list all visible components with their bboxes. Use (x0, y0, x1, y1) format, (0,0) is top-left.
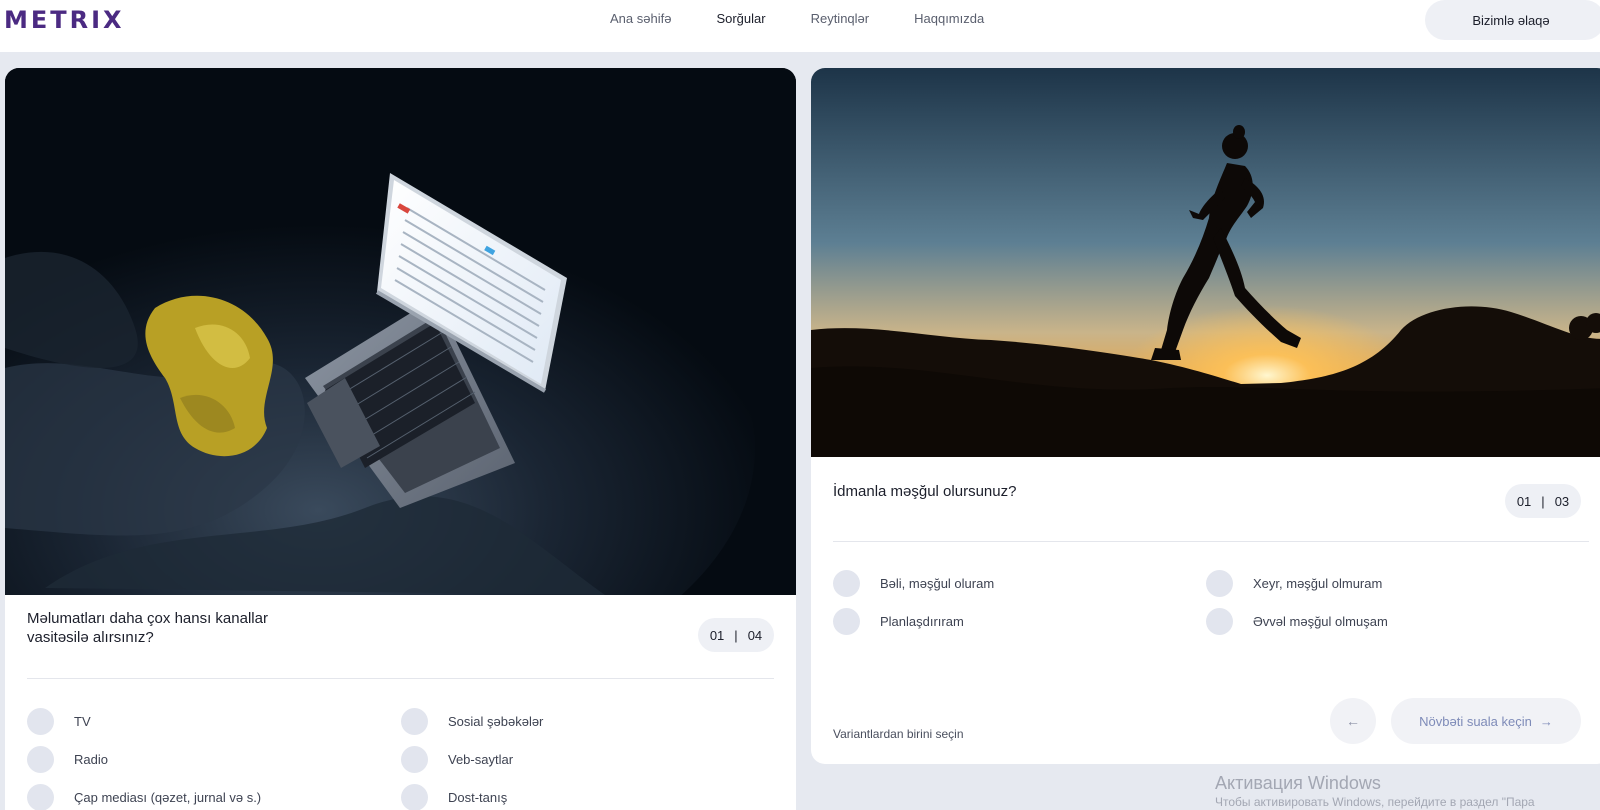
nav-surveys[interactable]: Sorğular (716, 12, 765, 26)
nav-home[interactable]: Ana səhifə (610, 12, 671, 26)
option-no[interactable]: Xeyr, məşğul olmuram (1206, 569, 1383, 597)
radio-button[interactable] (1206, 569, 1233, 597)
runner-photo (811, 68, 1600, 457)
option-planning[interactable]: Planlaşdırıram (833, 607, 964, 635)
question-counter: 01 | 03 (1505, 484, 1581, 518)
radio-button[interactable] (401, 783, 428, 810)
option-yes[interactable]: Bəli, məşğul oluram (833, 569, 995, 597)
question-title: Məlumatları daha çox hansı kanallar vasi… (27, 610, 268, 646)
nav-ratings[interactable]: Reytinqlər (811, 12, 870, 26)
radio-button[interactable] (27, 783, 54, 810)
question-divider (833, 541, 1589, 542)
watermark-subtitle: Чтобы активировать Windows, перейдите в … (1215, 795, 1535, 809)
option-social-networks[interactable]: Sosial şəbəkələr (401, 707, 544, 735)
arrow-left-icon: ← (1346, 713, 1360, 729)
previous-question-button[interactable]: ← (1330, 698, 1376, 744)
nav-about[interactable]: Haqqımızda (914, 12, 984, 26)
option-label: Əvvəl məşğul olmuşam (1253, 613, 1388, 629)
radio-button[interactable] (401, 707, 428, 735)
question-divider (27, 678, 774, 679)
radio-button[interactable] (27, 745, 54, 773)
contact-button[interactable]: Bizimlə əlaqə (1425, 0, 1600, 40)
radio-button[interactable] (833, 569, 860, 597)
option-label: Radio (74, 751, 108, 767)
option-label: Bəli, məşğul oluram (880, 575, 995, 591)
survey-card-channels: Məlumatları daha çox hansı kanallar vasi… (5, 68, 796, 810)
option-websites[interactable]: Veb-saytlar (401, 745, 514, 773)
option-label: Xeyr, məşğul olmuram (1253, 575, 1383, 591)
windows-activation-watermark: Активация Windows Чтобы активировать Win… (1215, 772, 1535, 810)
survey-card-sports: İdmanla məşğul olursunuz? 01 | 03 Bəli, mə… (811, 68, 1600, 764)
option-tv[interactable]: TV (27, 707, 91, 735)
radio-button[interactable] (833, 607, 860, 635)
top-header: METRIX Ana səhifə Sorğular Reytinqlər Ha… (0, 0, 1600, 52)
next-question-button[interactable]: Növbəti suala keçin → (1391, 698, 1581, 744)
hint-text: Variantlardan birini seçin (833, 727, 964, 741)
option-label: Sosial şəbəkələr (448, 713, 544, 729)
laptop-photo (5, 68, 796, 595)
arrow-right-icon: → (1539, 713, 1553, 729)
radio-button[interactable] (27, 707, 54, 735)
next-question-label: Növbəti suala keçin (1419, 713, 1532, 729)
metrix-logo[interactable]: METRIX (4, 6, 125, 34)
option-label: Çap mediası (qəzet, jurnal və s.) (74, 789, 262, 805)
option-friends[interactable]: Dost-tanış (401, 783, 508, 810)
main-nav: Ana səhifə Sorğular Reytinqlər Haqqımızd… (610, 12, 1029, 26)
question-counter: 01 | 04 (698, 618, 774, 652)
option-label: Dost-tanış (448, 789, 508, 805)
option-label: Veb-saytlar (448, 751, 514, 767)
option-label: Planlaşdırıram (880, 613, 964, 629)
radio-button[interactable] (1206, 607, 1233, 635)
radio-button[interactable] (401, 745, 428, 773)
option-print-media[interactable]: Çap mediası (qəzet, jurnal və s.) (27, 783, 262, 810)
option-used-to[interactable]: Əvvəl məşğul olmuşam (1206, 607, 1388, 635)
question-title: İdmanla məşğul olursunuz? (833, 483, 1017, 500)
option-radio[interactable]: Radio (27, 745, 108, 773)
option-label: TV (74, 713, 91, 729)
watermark-title: Активация Windows (1215, 773, 1381, 793)
